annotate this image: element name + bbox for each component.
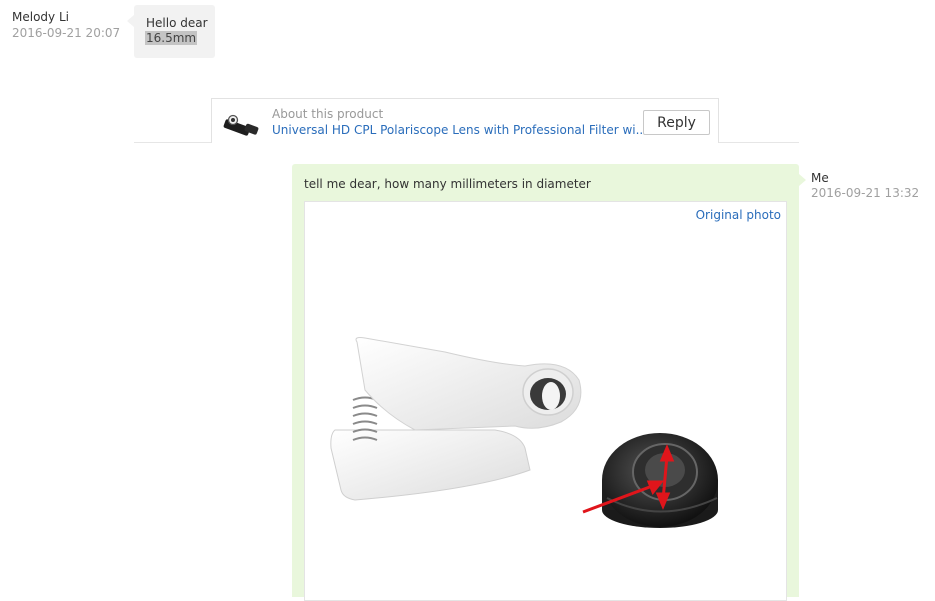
message-text-selected[interactable]: 16.5mm — [145, 31, 198, 45]
message-text: Hello dear — [146, 16, 208, 30]
sender-name: Me — [811, 171, 829, 185]
product-title-link[interactable]: Universal HD CPL Polariscope Lens with P… — [272, 123, 647, 137]
product-photo-image — [330, 337, 718, 528]
product-section-label: About this product — [272, 107, 384, 121]
message-timestamp: 2016-09-21 20:07 — [12, 26, 121, 40]
reply-button[interactable]: Reply — [643, 110, 710, 135]
product-thumbnail[interactable] — [220, 111, 262, 141]
original-photo-link[interactable]: Original photo — [696, 208, 781, 222]
incoming-message-bubble: Hello dear 16.5mm — [127, 5, 215, 58]
message-text: tell me dear, how many millimeters in di… — [304, 177, 591, 191]
attached-photo[interactable]: Original photo — [304, 201, 787, 601]
message-timestamp: 2016-09-21 13:32 — [811, 186, 920, 200]
outgoing-message-bubble: tell me dear, how many millimeters in di… — [292, 164, 806, 601]
product-card: About this product Universal HD CPL Pola… — [211, 98, 719, 143]
sender-name: Melody Li — [12, 10, 69, 24]
